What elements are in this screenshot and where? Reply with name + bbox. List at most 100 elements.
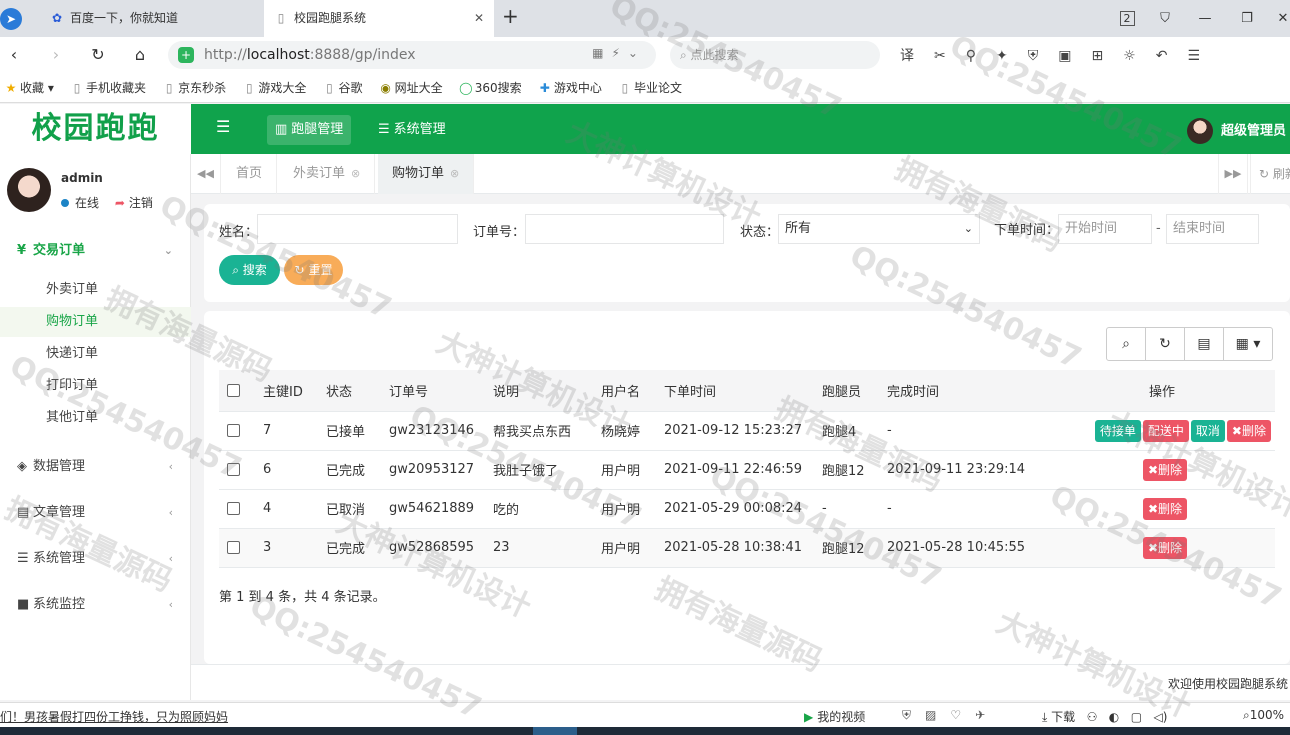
col-desc[interactable]: 说明: [485, 370, 593, 412]
tab-counter[interactable]: 2: [1112, 0, 1142, 37]
col-runner[interactable]: 跑腿员: [814, 370, 879, 412]
back-icon[interactable]: ‹: [2, 43, 26, 67]
col-user[interactable]: 用户名: [593, 370, 656, 412]
bookmark-item[interactable]: ▯ 游戏大全: [242, 73, 306, 102]
bookmark-item[interactable]: ✚ 游戏中心: [538, 73, 602, 102]
sidebar-item-print[interactable]: 打印订单: [0, 371, 191, 401]
forward-icon[interactable]: ›: [44, 43, 68, 67]
browser-search-input[interactable]: ⌕ 点此搜索: [670, 41, 880, 69]
tabs-next-icon[interactable]: ▶▶: [1218, 154, 1248, 194]
close-tab-icon[interactable]: ⊗: [351, 167, 360, 180]
online-status: 在线: [75, 196, 100, 210]
bookmark-favorites[interactable]: ★ 收藏 ▾: [4, 73, 54, 102]
list-icon: ☰: [378, 122, 390, 137]
close-icon: ✖: [1147, 462, 1159, 477]
menu-toggle-icon[interactable]: ☰: [216, 117, 230, 136]
sidebar-group-system[interactable]: ☰ 系统管理 ‹: [0, 541, 191, 577]
search-icon[interactable]: ⌕: [1107, 328, 1146, 360]
select-all-checkbox[interactable]: [227, 383, 240, 397]
col-done-time[interactable]: 完成时间: [879, 370, 1049, 412]
end-time-input[interactable]: 结束时间: [1166, 214, 1259, 244]
chevron-left-icon: ‹: [168, 506, 173, 519]
col-order-no[interactable]: 订单号: [381, 370, 485, 412]
bookmark-item[interactable]: ◯ 360搜索: [459, 73, 522, 102]
delete-button[interactable]: ✖删除: [1142, 458, 1188, 481]
browser-toolbar-icons[interactable]: 译✂⚲✦⛨▣⊞☼↶☰: [900, 45, 1220, 65]
new-tab-icon[interactable]: +: [502, 4, 519, 28]
close-tab-icon[interactable]: ✕: [474, 0, 484, 37]
taskbar-item[interactable]: [533, 727, 577, 735]
game-icon: ✚: [539, 81, 550, 95]
plus-icon[interactable]: +: [178, 47, 194, 63]
tab-home[interactable]: 首页: [222, 154, 278, 194]
url-actions-icon[interactable]: ▦⚡⌄: [592, 46, 646, 60]
search-button[interactable]: ⌕ 搜索: [219, 255, 280, 285]
bookmark-item[interactable]: ▯ 谷歌: [322, 73, 362, 102]
bookmark-item[interactable]: ▯ 手机收藏夹: [70, 73, 146, 102]
download-button[interactable]: ⤓ 下载 ⚇ ◐ ▢ ◁): [1042, 708, 1167, 725]
topnav-errand[interactable]: ▥ 跑腿管理: [267, 115, 352, 145]
row-checkbox[interactable]: [227, 541, 240, 554]
close-window-icon[interactable]: ✕: [1268, 0, 1290, 37]
table-panel: ⌕ ↻ ▤ ▦ ▾ 主键ID 状态 订单号 说明 用户名 下单时间 跑腿员 完成时间 …: [204, 311, 1290, 664]
url-input[interactable]: + http://localhost:8888/gp/index ▦⚡⌄: [168, 41, 656, 69]
refresh-tab-button[interactable]: ↻ 刷新: [1250, 154, 1290, 194]
row-checkbox[interactable]: [227, 463, 240, 476]
sidebar-group-article[interactable]: ▤ 文章管理 ‹: [0, 495, 191, 531]
logout-link[interactable]: 注销: [129, 196, 153, 210]
sidebar-group-data[interactable]: ◈ 数据管理 ‹: [0, 449, 191, 485]
zoom-level[interactable]: ⌕100%: [1243, 708, 1284, 723]
pending-button[interactable]: 待接单: [1094, 419, 1141, 442]
my-video-button[interactable]: ▶ 我的视频: [804, 708, 865, 725]
page-icon: ▯: [73, 81, 81, 95]
shirt-icon[interactable]: ⛉: [1150, 0, 1180, 37]
header-user-menu[interactable]: 超级管理员: [1187, 118, 1286, 144]
delete-button[interactable]: ✖删除: [1226, 419, 1271, 442]
reset-button[interactable]: ↻ 重置: [284, 255, 343, 285]
toggle-view-icon[interactable]: ▤: [1185, 328, 1224, 360]
bookmark-item[interactable]: ▯ 毕业论文: [618, 73, 682, 102]
order-input[interactable]: [525, 214, 724, 244]
browser-tab-active[interactable]: ▯ 校园跑腿系统 ✕: [264, 0, 494, 37]
status-icons[interactable]: ⛨▨♡✈: [902, 708, 999, 723]
sidebar-item-shopping[interactable]: 购物订单: [0, 307, 191, 337]
sidebar-group-monitor[interactable]: ■ 系统监控 ‹: [0, 587, 191, 623]
sidebar-item-other[interactable]: 其他订单: [0, 403, 191, 433]
tabs-prev-icon[interactable]: ◀◀: [191, 154, 221, 194]
row-checkbox[interactable]: [227, 502, 240, 515]
maximize-icon[interactable]: ❐: [1232, 0, 1262, 37]
delete-button[interactable]: ✖删除: [1142, 536, 1188, 559]
browser-logo-icon[interactable]: ➤: [0, 8, 22, 30]
video-camera-icon: ■: [17, 597, 30, 612]
home-icon[interactable]: ⌂: [128, 43, 152, 67]
sidebar-group-trade[interactable]: ¥ 交易订单 ⌄: [0, 233, 191, 269]
browser-tab-baidu[interactable]: ✿ 百度一下，你就知道: [40, 0, 262, 37]
orders-table: 主键ID 状态 订单号 说明 用户名 下单时间 跑腿员 完成时间 操作 7 已接…: [219, 370, 1275, 568]
sidebar-item-express[interactable]: 快递订单: [0, 339, 191, 369]
topnav-system[interactable]: ☰ 系统管理: [370, 115, 454, 145]
start-time-input[interactable]: 开始时间: [1058, 214, 1152, 244]
close-tab-icon[interactable]: ⊗: [450, 167, 459, 180]
chevron-left-icon: ‹: [168, 552, 173, 565]
row-checkbox[interactable]: [227, 424, 240, 437]
bookmark-item[interactable]: ▯ 京东秒杀: [162, 73, 226, 102]
name-input[interactable]: [257, 214, 458, 244]
user-name: admin: [61, 171, 103, 185]
cancel-button[interactable]: 取消: [1190, 419, 1225, 442]
address-bar: ‹ › ↻ ⌂ + http://localhost:8888/gp/index…: [0, 37, 1290, 73]
tab-takeout[interactable]: 外卖订单 ⊗: [279, 154, 376, 194]
minimize-icon[interactable]: —: [1190, 0, 1220, 37]
col-status[interactable]: 状态: [318, 370, 381, 412]
columns-icon[interactable]: ▦ ▾: [1224, 328, 1272, 360]
sidebar-item-takeout[interactable]: 外卖订单: [0, 275, 191, 305]
delete-button[interactable]: ✖删除: [1142, 497, 1188, 520]
refresh-icon[interactable]: ↻: [1146, 328, 1185, 360]
status-select[interactable]: 所有 ⌄: [778, 214, 980, 244]
bookmark-item[interactable]: ◉ 网址大全: [379, 73, 442, 102]
col-order-time[interactable]: 下单时间: [656, 370, 814, 412]
reload-icon[interactable]: ↻: [86, 43, 110, 67]
col-id[interactable]: 主键ID: [255, 370, 318, 412]
news-link[interactable]: 们！男孩暑假打四份工挣钱，只为照顾妈妈: [0, 708, 228, 725]
tab-shopping[interactable]: 购物订单 ⊗: [378, 154, 475, 194]
delivering-button[interactable]: 配送中: [1142, 419, 1189, 442]
